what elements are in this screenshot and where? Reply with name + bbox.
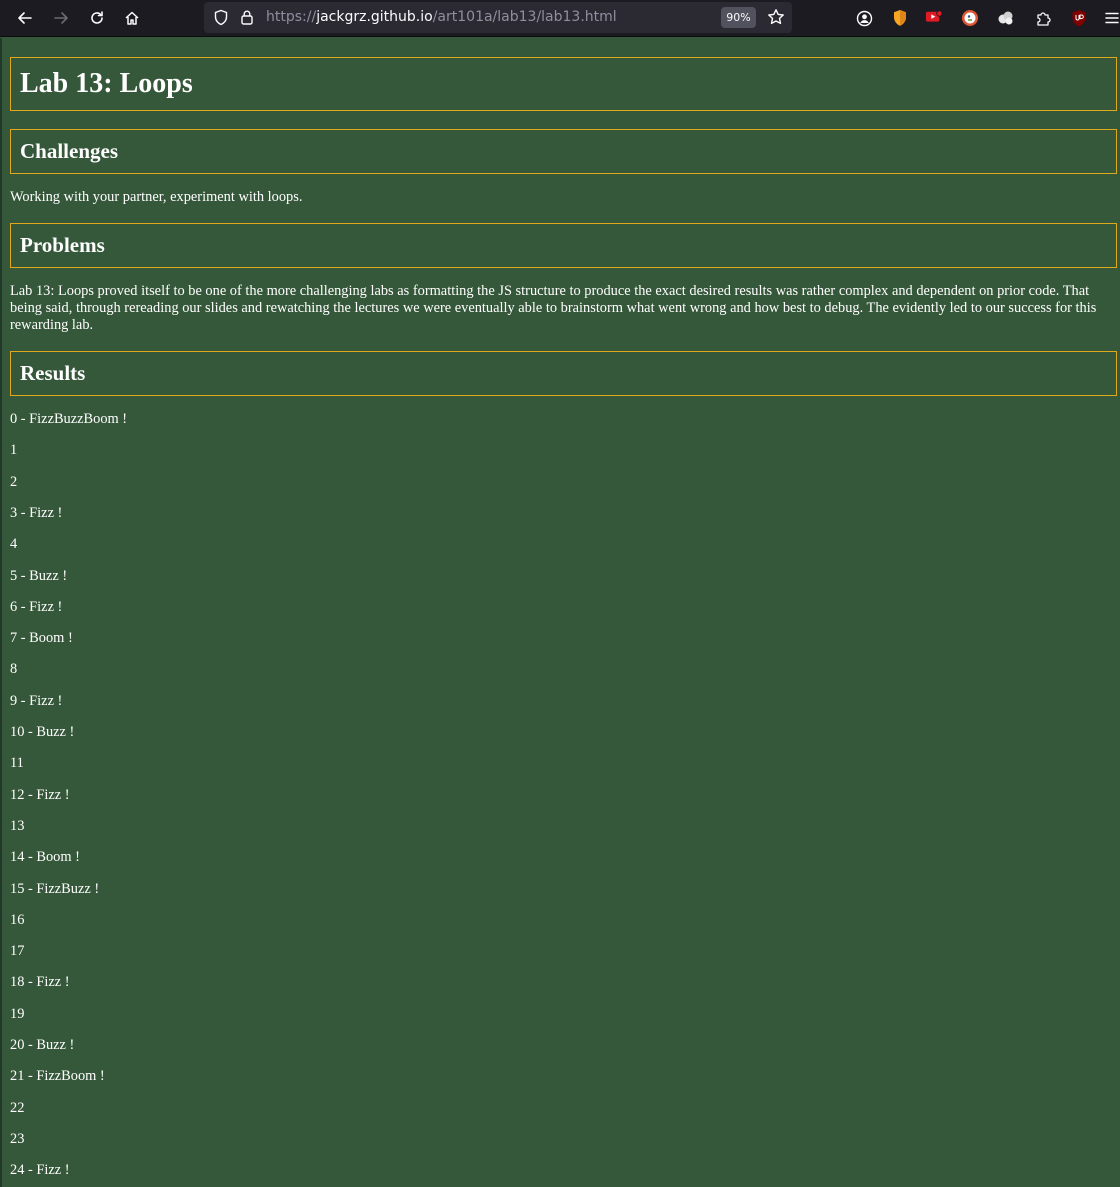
result-line: 24 - Fizz ! (10, 1162, 70, 1178)
browser-toolbar: https://jackgrz.github.io/art101a/lab13/… (0, 0, 1120, 37)
zoom-level-badge[interactable]: 90% (721, 7, 756, 28)
home-icon (125, 11, 139, 25)
url-bar[interactable]: https://jackgrz.github.io/art101a/lab13/… (204, 2, 792, 33)
extensions-puzzle-icon[interactable] (1034, 8, 1052, 28)
result-line: 23 (10, 1131, 25, 1147)
result-line: 18 - Fizz ! (10, 974, 70, 990)
result-line: 22 (10, 1100, 25, 1116)
result-line: 15 - FizzBuzz ! (10, 881, 100, 897)
page-title: Lab 13: Loops (10, 57, 1117, 111)
lock-icon[interactable] (240, 9, 254, 30)
result-line: 12 - Fizz ! (10, 787, 70, 803)
shield-icon[interactable] (213, 9, 229, 30)
hamburger-menu-icon[interactable] (1104, 8, 1120, 28)
result-line: 2 (10, 474, 18, 490)
forward-button[interactable] (46, 4, 76, 32)
url-path: /art101a/lab13/lab13.html (432, 9, 617, 25)
orange-shield-extension-icon[interactable] (891, 8, 909, 28)
result-line: 4 (10, 536, 18, 552)
result-line: 6 - Fizz ! (10, 599, 63, 615)
star-icon[interactable] (767, 8, 785, 30)
result-line: 0 - FizzBuzzBoom ! (10, 411, 128, 427)
reload-button[interactable] (82, 4, 112, 32)
result-line: 3 - Fizz ! (10, 505, 63, 521)
result-line: 9 - Fizz ! (10, 693, 63, 709)
result-line: 21 - FizzBoom ! (10, 1068, 105, 1084)
result-line: 16 (10, 912, 25, 928)
ublock-origin-icon[interactable] (1070, 8, 1088, 28)
challenges-text: Working with your partner, experiment wi… (10, 189, 303, 205)
duckduckgo-icon[interactable] (961, 8, 979, 28)
back-button[interactable] (10, 4, 40, 32)
arrow-right-icon (54, 12, 68, 24)
reload-icon (91, 11, 103, 24)
cloud-extension-icon[interactable] (997, 8, 1015, 28)
page-content: Lab 13: Loops Challenges Working with yo… (0, 38, 1120, 1187)
results-heading: Results (10, 351, 1117, 396)
result-line: 17 (10, 943, 25, 959)
result-line: 14 - Boom ! (10, 849, 80, 865)
account-icon[interactable] (855, 8, 873, 28)
result-line: 20 - Buzz ! (10, 1037, 75, 1053)
challenges-heading: Challenges (10, 129, 1117, 174)
result-line: 13 (10, 818, 25, 834)
video-extension-icon[interactable] (925, 8, 943, 28)
arrow-left-icon (18, 12, 32, 24)
result-line: 7 - Boom ! (10, 630, 73, 646)
result-line: 19 (10, 1006, 25, 1022)
problems-heading: Problems (10, 223, 1117, 268)
result-line: 8 (10, 661, 18, 677)
result-line: 5 - Buzz ! (10, 568, 68, 584)
result-line: 1 (10, 442, 18, 458)
result-line: 10 - Buzz ! (10, 724, 75, 740)
url-scheme: https:// (266, 9, 317, 25)
home-button[interactable] (117, 4, 147, 32)
problems-text: Lab 13: Loops proved itself to be one of… (10, 283, 1097, 333)
url-host: jackgrz.github.io (316, 9, 433, 25)
result-line: 11 (10, 755, 24, 771)
url-text[interactable]: https://jackgrz.github.io/art101a/lab13/… (266, 9, 617, 25)
